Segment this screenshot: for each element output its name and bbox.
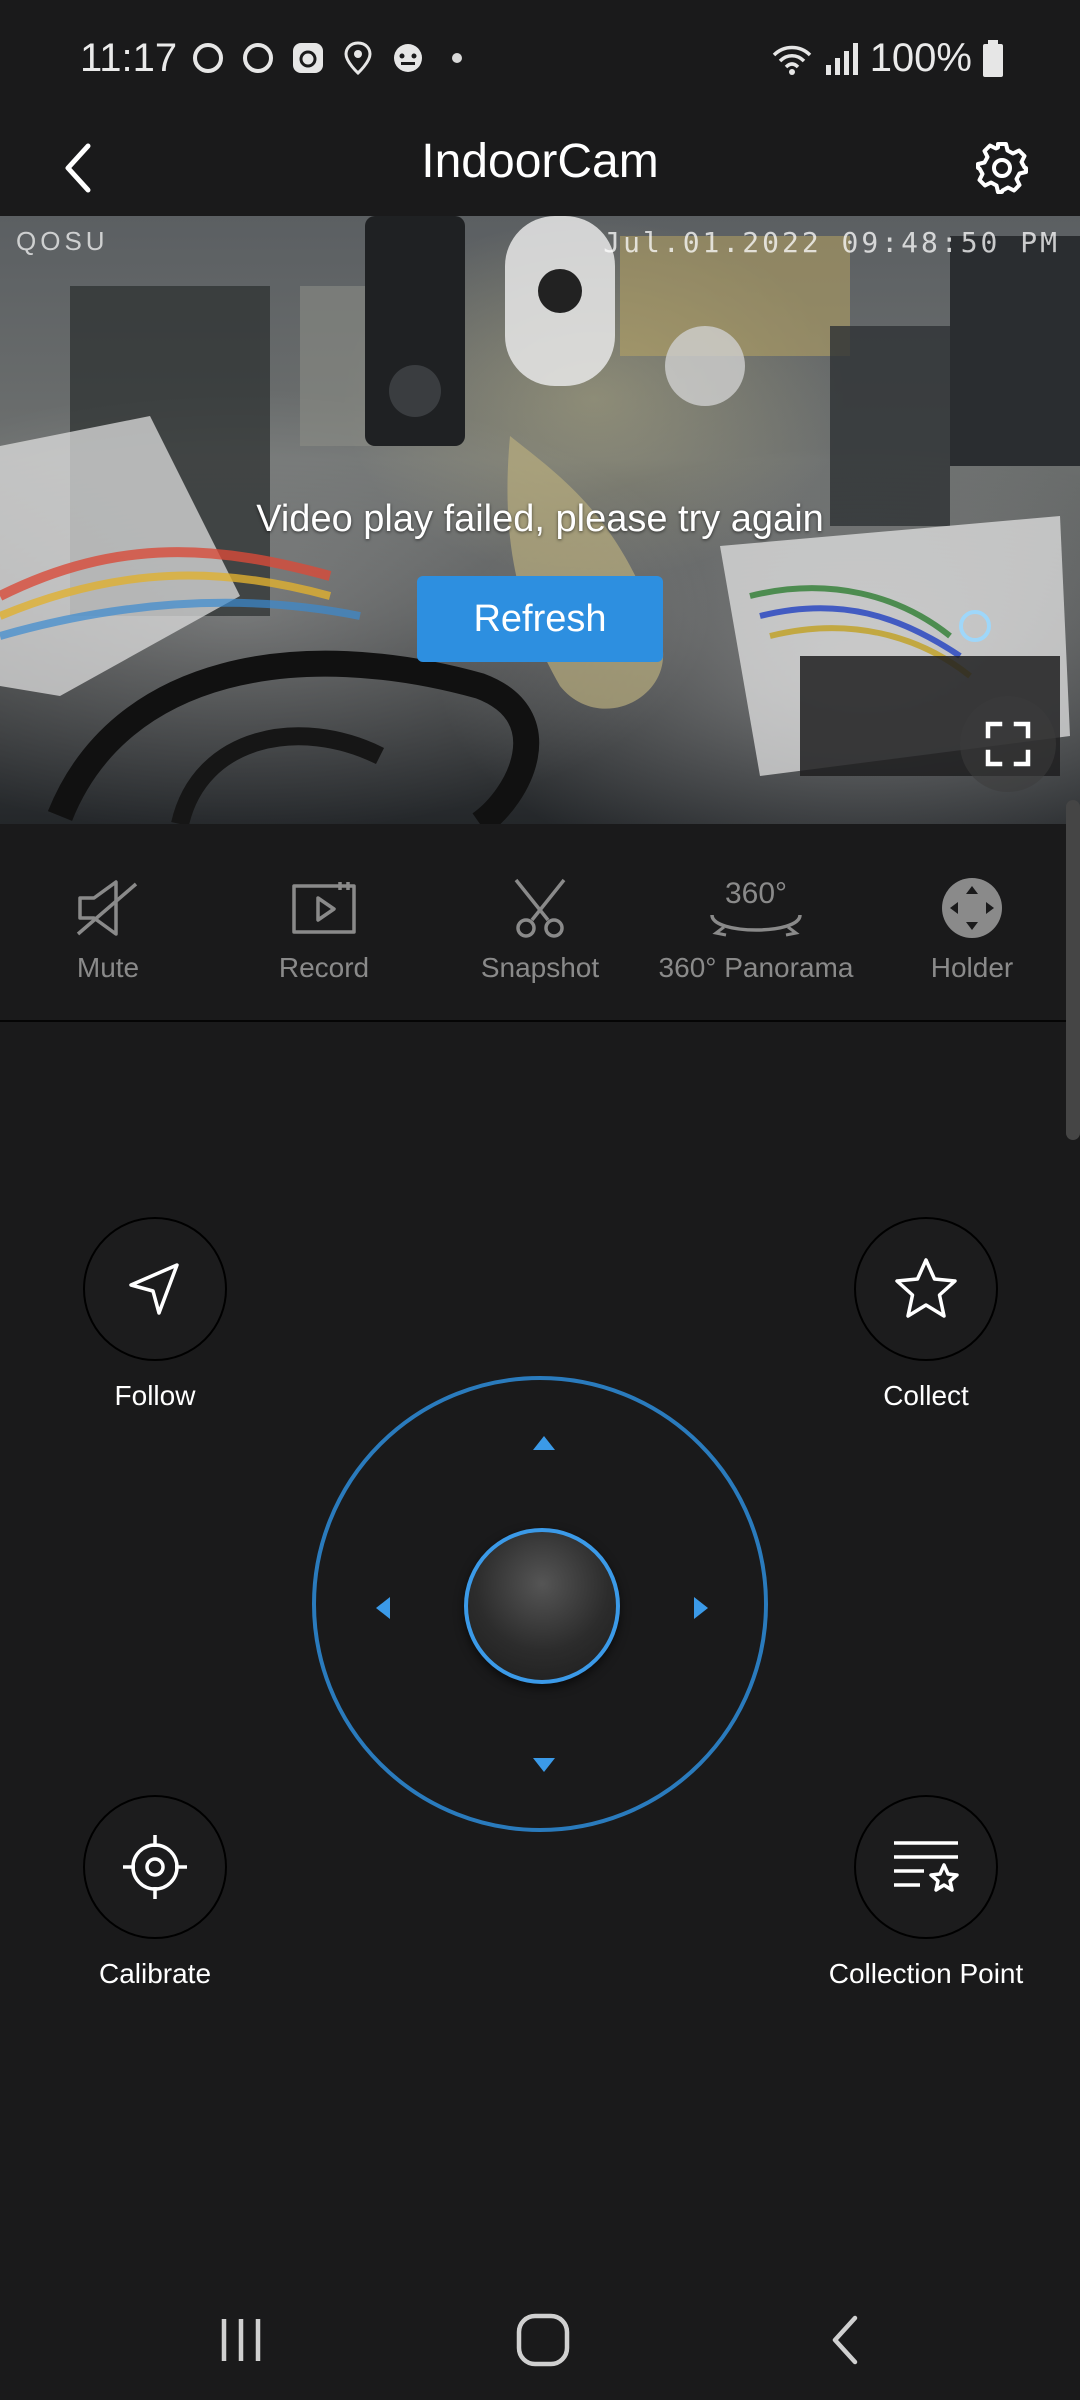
panorama-icon-text: 360° bbox=[725, 877, 787, 910]
panorama-label: 360° Panorama bbox=[658, 952, 854, 983]
joystick-down-arrow-icon[interactable] bbox=[533, 1758, 555, 1772]
status-right: 100% bbox=[770, 36, 1004, 81]
app-a-icon bbox=[293, 43, 323, 73]
signal-icon bbox=[825, 42, 858, 75]
record-button[interactable]: Record bbox=[216, 824, 432, 1022]
refresh-button[interactable]: Refresh bbox=[417, 576, 663, 662]
app-header: IndoorCam bbox=[0, 120, 1080, 216]
recent-apps-icon bbox=[221, 2319, 261, 2361]
app-root: 11:17 100% IndoorCam QOSU Jul.01.2022 09… bbox=[0, 0, 1080, 2400]
video-record-icon bbox=[292, 882, 356, 934]
game-icon bbox=[394, 44, 422, 72]
list-star-icon bbox=[894, 1841, 959, 1892]
scrollbar[interactable] bbox=[1066, 800, 1080, 1140]
settings-button[interactable] bbox=[964, 130, 1040, 206]
panorama-button[interactable]: 360° 360° Panorama bbox=[648, 824, 864, 1022]
home-button[interactable] bbox=[498, 2300, 588, 2380]
home-icon bbox=[516, 2313, 570, 2367]
snapshot-button[interactable]: Snapshot bbox=[432, 824, 648, 1022]
page-title: IndoorCam bbox=[421, 135, 659, 188]
joystick-left-arrow-icon[interactable] bbox=[376, 1597, 390, 1619]
more-notifications-dot bbox=[452, 53, 462, 63]
fullscreen-button[interactable] bbox=[960, 696, 1056, 792]
joystick-right-arrow-icon[interactable] bbox=[694, 1597, 708, 1619]
location-pin-icon bbox=[344, 41, 372, 76]
video-player[interactable]: QOSU Jul.01.2022 09:48:50 PM Video play … bbox=[0, 216, 1080, 824]
camera-toolbar: Mute Record Snapshot 360° 360° Panorama … bbox=[0, 824, 1080, 1022]
joystick-handle[interactable] bbox=[464, 1528, 620, 1684]
collect-button[interactable] bbox=[854, 1217, 998, 1361]
speaker-muted-icon bbox=[76, 880, 138, 936]
follow-label: Follow bbox=[114, 1380, 196, 1411]
battery-percentage: 100% bbox=[869, 36, 972, 80]
crosshair-icon bbox=[123, 1835, 187, 1899]
panorama-360-icon: 360° bbox=[710, 877, 802, 937]
calibrate-button[interactable] bbox=[83, 1795, 227, 1939]
record-label: Record bbox=[278, 952, 370, 983]
gear-icon bbox=[976, 142, 1028, 194]
back-chevron-icon bbox=[832, 2315, 858, 2365]
star-icon bbox=[895, 1258, 957, 1318]
system-back-button[interactable] bbox=[800, 2300, 890, 2380]
video-timestamp: Jul.01.2022 09:48:50 PM bbox=[603, 226, 1060, 259]
holder-button[interactable]: Holder bbox=[864, 824, 1080, 1022]
scissors-icon bbox=[514, 878, 566, 938]
calibrate-label: Calibrate bbox=[98, 1958, 212, 1989]
threads-icon bbox=[243, 43, 273, 73]
battery-icon bbox=[983, 39, 1003, 77]
notification-icons bbox=[190, 40, 462, 76]
joystick-up-arrow-icon[interactable] bbox=[533, 1436, 555, 1450]
system-navigation-bar bbox=[0, 2280, 1080, 2400]
fullscreen-icon bbox=[985, 721, 1031, 767]
threads-icon bbox=[193, 43, 223, 73]
collection-point-button[interactable] bbox=[854, 1795, 998, 1939]
mute-label: Mute bbox=[76, 952, 140, 983]
dpad-icon bbox=[942, 878, 1002, 938]
recent-apps-button[interactable] bbox=[196, 2300, 286, 2380]
video-error-message: Video play failed, please try again bbox=[256, 498, 824, 540]
collection-point-label: Collection Point bbox=[828, 1958, 1024, 1989]
wifi-icon bbox=[772, 45, 811, 75]
status-bar: 11:17 100% bbox=[0, 0, 1080, 120]
navigation-arrow-icon bbox=[129, 1263, 179, 1315]
status-time: 11:17 bbox=[80, 36, 178, 80]
snapshot-label: Snapshot bbox=[480, 952, 600, 983]
mute-button[interactable]: Mute bbox=[0, 824, 216, 1022]
holder-label: Holder bbox=[930, 952, 1014, 983]
ptz-joystick[interactable] bbox=[312, 1376, 768, 1832]
collect-label: Collect bbox=[883, 1380, 969, 1411]
camera-brand-watermark: QOSU bbox=[16, 226, 109, 256]
follow-button[interactable] bbox=[83, 1217, 227, 1361]
